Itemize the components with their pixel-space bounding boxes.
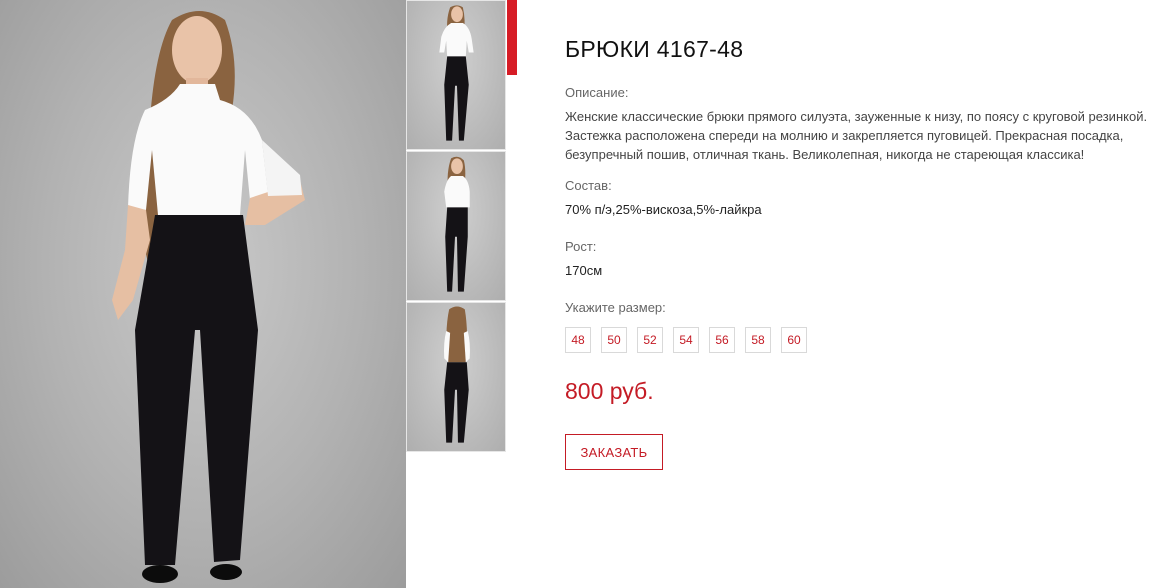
size-option-54[interactable]: 54	[673, 327, 699, 353]
product-title: БРЮКИ 4167-48	[565, 36, 744, 62]
size-option-60[interactable]: 60	[781, 327, 807, 353]
size-label: Укажите размер:	[565, 300, 666, 315]
thumbnail-front[interactable]	[406, 0, 506, 150]
description-text: Женские классические брюки прямого силуэ…	[565, 109, 1148, 162]
description-label: Описание:	[565, 85, 629, 100]
accent-bar	[507, 0, 517, 75]
height-value: 170см	[565, 263, 603, 278]
order-button[interactable]: ЗАКАЗАТЬ	[565, 434, 663, 470]
thumbnail-front-image	[439, 5, 474, 141]
size-option-58[interactable]: 58	[745, 327, 771, 353]
composition-label: Состав:	[565, 178, 612, 193]
height-label: Рост:	[565, 239, 597, 254]
thumbnail-side-image	[444, 156, 470, 292]
size-option-56[interactable]: 56	[709, 327, 735, 353]
thumbnail-back[interactable]	[406, 302, 506, 452]
size-option-48[interactable]: 48	[565, 327, 591, 353]
size-selector: 48 50 52 54 56 58 60	[565, 327, 807, 353]
composition-value: 70% п/э,25%-вискоза,5%-лайкра	[565, 202, 762, 217]
size-option-52[interactable]: 52	[637, 327, 663, 353]
main-product-photo	[0, 0, 406, 588]
thumbnail-list	[406, 0, 507, 453]
product-price: 800 руб.	[565, 378, 654, 404]
thumbnail-back-image	[443, 306, 470, 443]
size-option-50[interactable]: 50	[601, 327, 627, 353]
model-front-image	[112, 11, 305, 583]
thumbnail-side[interactable]	[406, 151, 506, 301]
